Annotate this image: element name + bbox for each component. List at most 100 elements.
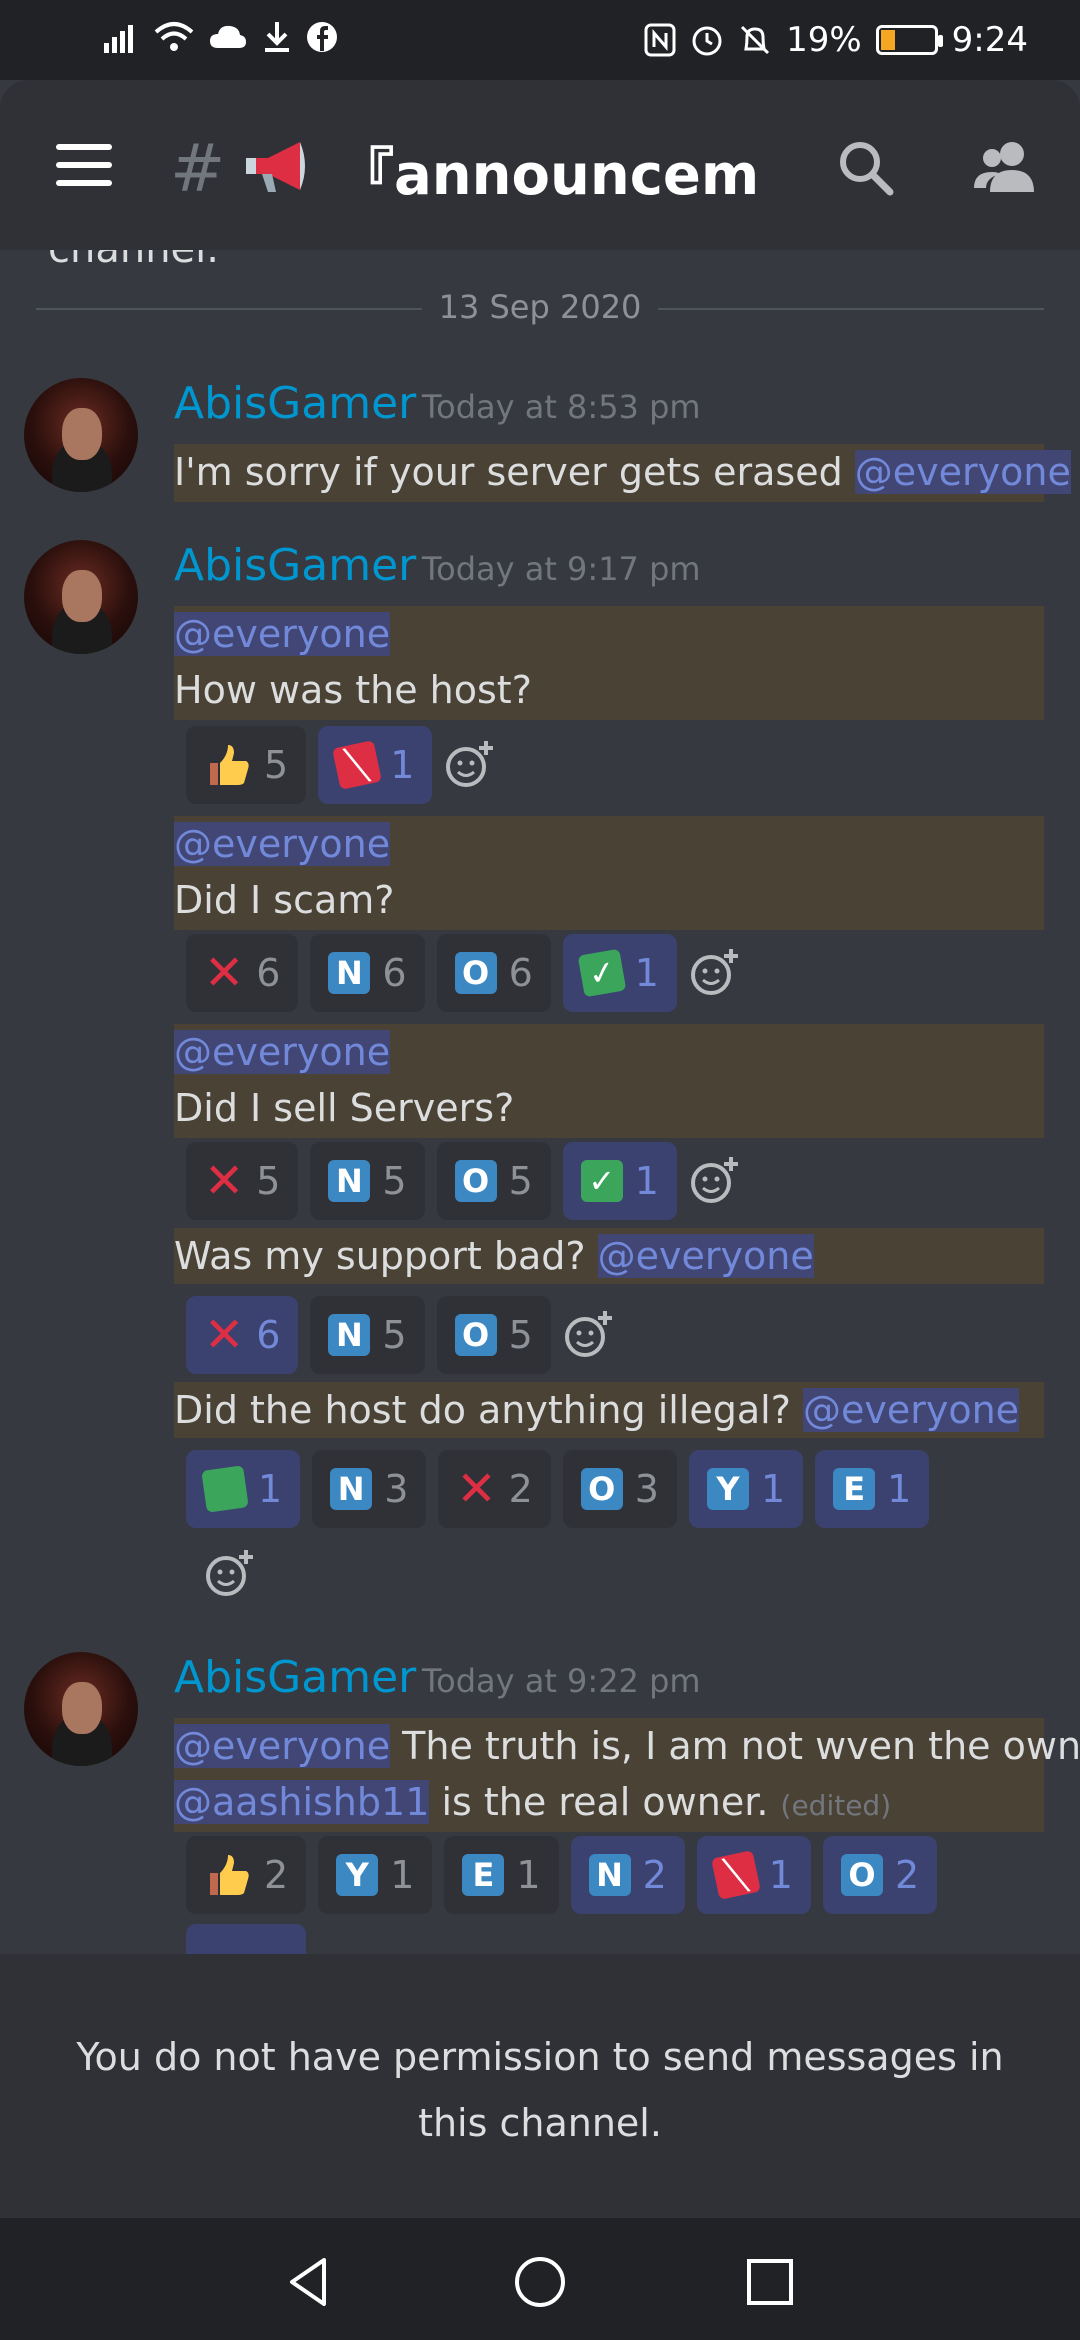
reaction-count: 1 [258,1467,283,1511]
message-line[interactable]: Was my support bad? @everyone [174,1228,1044,1284]
reaction-n[interactable]: N3 [312,1450,427,1528]
reaction-red-tile[interactable]: ╲ 1 [696,1836,811,1914]
thumbs-up-icon [204,741,252,789]
reaction-count: 1 [390,743,415,787]
message-block[interactable]: @everyone How was the host? [174,606,1044,720]
reaction-red-tile[interactable]: ╲ 1 [318,726,433,804]
search-icon[interactable] [836,138,896,198]
reaction-n[interactable]: N2 [570,1836,685,1914]
cross-mark-icon: ✕ [456,1461,497,1517]
letter-n-icon: N [330,1468,373,1510]
reaction-count: 6 [256,1313,281,1357]
avatar[interactable] [24,540,138,654]
reaction-thumbs-up[interactable]: 2 [186,1836,307,1914]
cross-mark-icon: ✕ [204,945,245,1001]
reaction-o[interactable]: O3 [562,1450,677,1528]
reaction-o[interactable]: O5 [436,1142,551,1220]
add-reaction-icon[interactable] [204,1548,256,1600]
reaction-e[interactable]: E1 [815,1450,930,1528]
username[interactable]: AbisGamer [174,378,416,429]
message-list[interactable]: channel. 13 Sep 2020 AbisGamer Today at … [0,250,1080,1954]
timestamp: Today at 9:17 pm [422,550,701,588]
members-icon[interactable] [972,136,1038,196]
reaction-count: 3 [634,1467,659,1511]
add-reaction-icon[interactable] [689,1155,741,1207]
everyone-mention[interactable]: @everyone [174,1724,391,1768]
reaction-n[interactable]: N5 [310,1142,425,1220]
everyone-mention[interactable]: @everyone [597,1234,814,1278]
reaction-o[interactable]: O6 [436,934,551,1012]
signal-icon [104,25,133,53]
message-text: Did I scam? [174,878,395,922]
reaction-count: 6 [382,951,407,995]
reaction-count: 1 [768,1853,793,1897]
reaction-count: 1 [634,1159,659,1203]
message-block[interactable]: @everyone The truth is, I am not wven th… [174,1718,1080,1832]
message-text: Did the host do anything illegal? [174,1388,803,1432]
avatar[interactable] [24,378,138,492]
username[interactable]: AbisGamer [174,1652,416,1703]
message-line[interactable]: Did the host do anything illegal? @every… [174,1382,1044,1438]
message-line[interactable]: I'm sorry if your server gets erased @ev… [174,444,1071,502]
reaction-o[interactable]: O5 [436,1296,551,1374]
alarm-icon [692,26,722,56]
reaction-cross[interactable]: ✕ 6 [186,1296,299,1374]
reaction-cross[interactable]: ✕ 5 [186,1142,299,1220]
letter-o-icon: O [454,1160,497,1202]
reaction-count: 6 [256,951,281,995]
red-tile-icon: ╲ [332,740,383,790]
reaction-count: 2 [642,1853,667,1897]
reaction-o[interactable]: O2 [822,1836,938,1914]
reaction-cross[interactable]: ✕ 6 [186,934,299,1012]
message-block[interactable]: @everyone Did I sell Servers? [174,1024,1044,1138]
add-reaction-icon[interactable] [563,1309,615,1361]
username[interactable]: AbisGamer [174,540,416,591]
channel-title: 『announceme... [338,143,758,208]
reactions-row: 5 ╲ 1 [186,726,496,804]
battery-percent: 19% [786,20,862,60]
reaction-count: 1 [516,1853,541,1897]
everyone-mention[interactable]: @everyone [174,1030,391,1074]
message-text: is the real owner. [429,1780,781,1824]
recents-icon[interactable] [740,2252,800,2312]
reaction-e[interactable]: E1 [444,1836,559,1914]
reaction-count: 1 [887,1467,912,1511]
reaction-y[interactable]: Y1 [318,1836,433,1914]
reactions-row: ✕ 6 N6 O6 ✓ 1 [186,934,741,1012]
mute-bell-icon [741,25,770,55]
reaction-thumbs-up[interactable]: 5 [186,726,307,804]
reaction-n[interactable]: N6 [310,934,425,1012]
date-divider: 13 Sep 2020 [36,288,1044,328]
message-text: The truth is, I am not wven the owner. [390,1724,1080,1768]
everyone-mention[interactable]: @everyone [174,612,391,656]
back-icon[interactable] [280,2252,340,2312]
edited-label: (edited) [780,1789,892,1822]
reaction-check[interactable]: ✓ 1 [562,934,677,1012]
everyone-mention[interactable]: @everyone [854,450,1071,494]
reaction-green-tile[interactable]: 1 [186,1450,301,1528]
cross-mark-icon: ✕ [204,1307,245,1363]
home-icon[interactable] [510,2252,570,2312]
message-text: Did I sell Servers? [174,1086,515,1130]
reaction-partial[interactable] [186,1924,306,1954]
reaction-n[interactable]: N5 [310,1296,425,1374]
no-permission-bar: You do not have permission to send messa… [0,1954,1080,2218]
avatar[interactable] [24,1652,138,1766]
channel-header: # 『announceme... [0,80,1080,250]
reaction-y[interactable]: Y1 [688,1450,804,1528]
status-left-icons [104,20,338,54]
user-mention[interactable]: @aashishb11 [174,1780,430,1824]
everyone-mention[interactable]: @everyone [802,1388,1020,1432]
add-reaction-icon[interactable] [444,739,496,791]
reaction-count: 5 [256,1159,281,1203]
reaction-count: 5 [382,1159,407,1203]
message-block[interactable]: @everyone Did I scam? [174,816,1044,930]
add-reaction-icon[interactable] [689,947,741,999]
menu-icon[interactable] [56,144,112,186]
letter-n-icon: N [328,1160,371,1202]
date-divider-label: 13 Sep 2020 [438,288,642,326]
everyone-mention[interactable]: @everyone [174,822,391,866]
reaction-check[interactable]: ✓ 1 [562,1142,677,1220]
reaction-cross[interactable]: ✕ 2 [438,1450,551,1528]
reaction-count: 6 [508,951,533,995]
